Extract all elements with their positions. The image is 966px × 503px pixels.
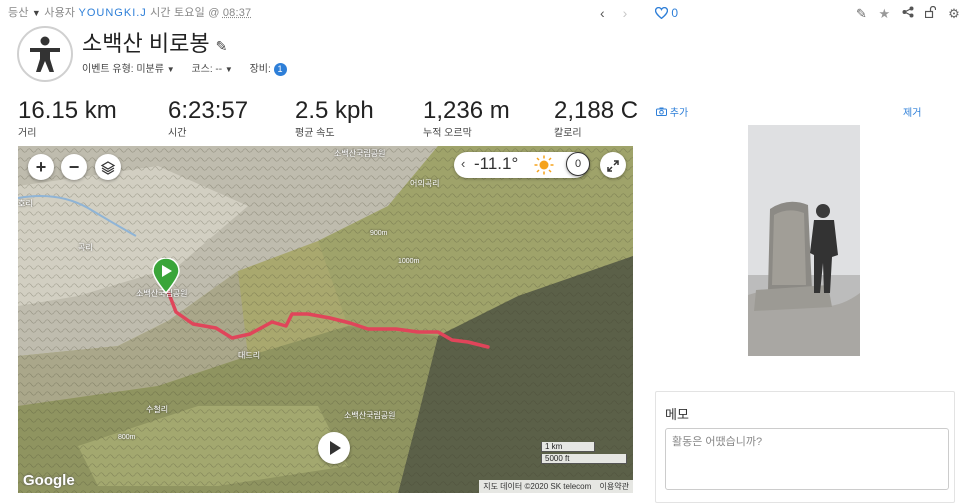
stat-label: 평균 속도 (295, 128, 335, 139)
breadcrumb: 등산 ▼ 사용자 YOUNGKI.J 시간 토요일 @ 08:37 (8, 4, 251, 20)
google-logo[interactable]: Google (23, 472, 75, 489)
time-prefix: 시간 토요일 @ (150, 7, 220, 19)
like-count: 0 (671, 6, 679, 20)
memo-textarea[interactable] (665, 428, 949, 490)
temperature: -11.1° (474, 154, 519, 173)
privacy-lock-icon[interactable] (925, 5, 940, 21)
sun-icon (534, 155, 554, 175)
heart-icon (654, 6, 669, 20)
activity-nav: ‹ › (600, 5, 641, 21)
map-scale: 1 km 5000 ft (541, 442, 627, 466)
contour-label: 900m (370, 230, 388, 237)
memo-heading: 메모 (665, 407, 689, 422)
scale-ft: 5000 ft (541, 454, 627, 464)
stat-value: 6:23:57 (168, 97, 249, 124)
zoom-in-button[interactable]: + (28, 154, 54, 180)
scale-km: 1 km (541, 442, 595, 452)
remove-photo-button[interactable]: 제거 (903, 104, 921, 119)
course-value: -- (215, 64, 223, 75)
start-marker-icon[interactable] (151, 258, 181, 294)
unlock-glyph (925, 5, 937, 19)
event-type-label: 이벤트 유형: (82, 64, 134, 75)
stat-elevation-gain: 1,236 m 누적 오르막 (423, 97, 510, 140)
like-button[interactable]: 0 (654, 6, 679, 20)
terms-link[interactable]: 이용약관 (600, 482, 629, 491)
course-dropdown[interactable]: -- ▼ (215, 64, 232, 75)
map-label: 대드리 (238, 351, 261, 360)
activity-photo[interactable] (748, 125, 860, 356)
chevron-left-icon[interactable]: ‹ (461, 156, 465, 171)
stat-value: 1,236 m (423, 97, 510, 124)
start-time: 08:37 (222, 7, 252, 19)
chevron-down-icon: ▼ (166, 65, 175, 74)
caret-down-icon[interactable]: ▼ (32, 8, 41, 18)
settings-gear-icon[interactable]: ⚙ (948, 6, 960, 21)
stat-value: 2.5 kph (295, 97, 374, 124)
user-name-link[interactable]: YOUNGKI.J (79, 7, 147, 19)
share-icon[interactable] (902, 6, 918, 21)
activity-meta: 이벤트 유형: 미분류 ▼ 코스: -- ▼ 장비: 1 (82, 60, 287, 76)
gear-label: 장비: (249, 64, 271, 75)
activity-type-link[interactable]: 등산 (8, 7, 29, 19)
map-label: 곡리 (78, 243, 93, 252)
add-photo-label: 추가 (669, 108, 689, 119)
previous-activity-button[interactable]: ‹ (600, 5, 605, 21)
activity-type-avatar (17, 26, 73, 82)
activity-title-text: 소백산 비로봉 (82, 31, 210, 56)
map-label: 어의곡리 (410, 179, 440, 188)
contour-label: 800m (118, 434, 136, 441)
stat-avg-speed: 2.5 kph 평균 속도 (295, 97, 374, 140)
memo-panel: 메모 (655, 391, 955, 503)
event-type-value: 미분류 (136, 64, 164, 75)
map-attribution: 지도 데이터 ©2020 SK telecom 이용약관 (479, 480, 633, 493)
stat-value: 16.15 km (18, 97, 117, 124)
edit-pencil-icon[interactable]: ✎ (856, 6, 867, 21)
layers-button[interactable] (95, 154, 121, 180)
user-prefix: 사용자 (44, 7, 76, 19)
map-label: 소백산국립공원 (344, 411, 396, 420)
stat-label: 거리 (18, 128, 37, 139)
expand-icon (607, 160, 619, 172)
fullscreen-button[interactable] (600, 152, 626, 178)
contour-label: 1000m (398, 258, 420, 265)
stat-label: 누적 오르막 (423, 128, 472, 139)
edit-title-pencil-icon[interactable]: ✎ (216, 38, 228, 54)
star-icon[interactable]: ★ (879, 6, 891, 21)
chevron-down-icon: ▼ (224, 65, 233, 74)
summit-photo-image (748, 125, 860, 356)
activity-title: 소백산 비로봉 ✎ (82, 26, 227, 58)
activity-toolbar: ✎ ★ ⚙ (848, 5, 960, 22)
course-label: 코스: (191, 64, 213, 75)
attribution-text: 지도 데이터 ©2020 SK telecom (483, 482, 592, 491)
stat-distance: 16.15 km 거리 (18, 97, 117, 140)
camera-icon (656, 107, 670, 119)
share-glyph (902, 6, 914, 18)
stat-label: 시간 (168, 128, 187, 139)
play-icon (330, 441, 341, 455)
add-photo-button[interactable]: 추가 (656, 104, 688, 119)
hiking-person-icon (30, 36, 60, 72)
stat-label: 칼로리 (554, 128, 582, 139)
map-label: 호리 (18, 199, 33, 208)
play-route-button[interactable] (318, 432, 350, 464)
lap-count: 0 (574, 158, 582, 170)
map-label: 소백산국립공원 (334, 149, 386, 158)
next-activity-button[interactable]: › (623, 5, 628, 21)
event-type-dropdown[interactable]: 미분류 ▼ (136, 64, 174, 75)
stat-time: 6:23:57 시간 (168, 97, 249, 140)
map-label: 수철리 (146, 405, 169, 414)
stat-calories: 2,188 C 칼로리 (554, 97, 639, 140)
lap-counter-button[interactable]: 0 (566, 152, 590, 176)
route-map[interactable]: 소백산국립공원 어의곡리 호리 곡리 소백산국립공원 대드리 수철리 소백산국립… (18, 146, 633, 493)
stat-value: 2,188 C (554, 97, 639, 124)
layers-icon (100, 161, 116, 175)
zoom-out-button[interactable]: − (61, 154, 87, 180)
gear-count-badge[interactable]: 1 (273, 63, 287, 76)
